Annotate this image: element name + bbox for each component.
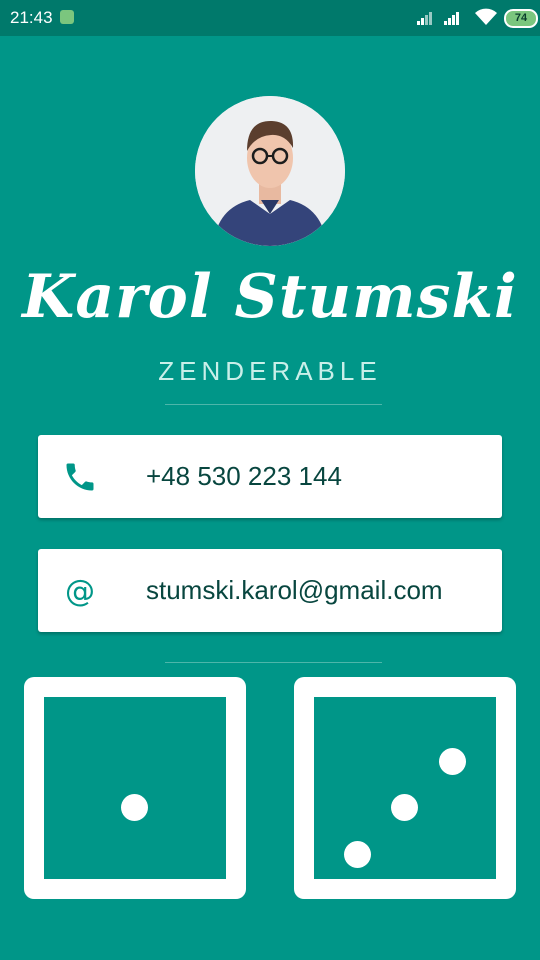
signal-icon [444, 11, 466, 25]
person-name: Karol Stumski [22, 262, 518, 332]
divider [165, 662, 382, 663]
status-bar: 21:43 74 [0, 0, 540, 36]
dice-left[interactable] [24, 677, 246, 899]
at-icon: @ [65, 574, 95, 609]
phone-number: +48 530 223 144 [146, 461, 342, 491]
svg-text:@: @ [65, 574, 95, 609]
wifi-icon [475, 8, 497, 25]
signal-icon [417, 11, 439, 25]
dice-pip [391, 794, 418, 821]
dice-pip [439, 748, 466, 775]
dice-right[interactable] [294, 677, 516, 899]
avatar [195, 96, 345, 246]
phone-icon [66, 463, 94, 491]
person-photo [195, 96, 345, 246]
dice-pip [121, 794, 148, 821]
status-time: 21:43 [10, 8, 53, 27]
dice-pip [344, 841, 371, 868]
dice-face [44, 697, 226, 879]
dice-face [314, 697, 496, 879]
battery-icon: 74 [504, 9, 538, 28]
email-card[interactable]: @ stumski.karol@gmail.com [38, 549, 502, 632]
divider [165, 404, 382, 405]
phone-card[interactable]: +48 530 223 144 [38, 435, 502, 518]
company-name: ZENDERABLE [158, 356, 382, 386]
email-address: stumski.karol@gmail.com [146, 575, 443, 605]
app-notification-icon [60, 10, 74, 24]
